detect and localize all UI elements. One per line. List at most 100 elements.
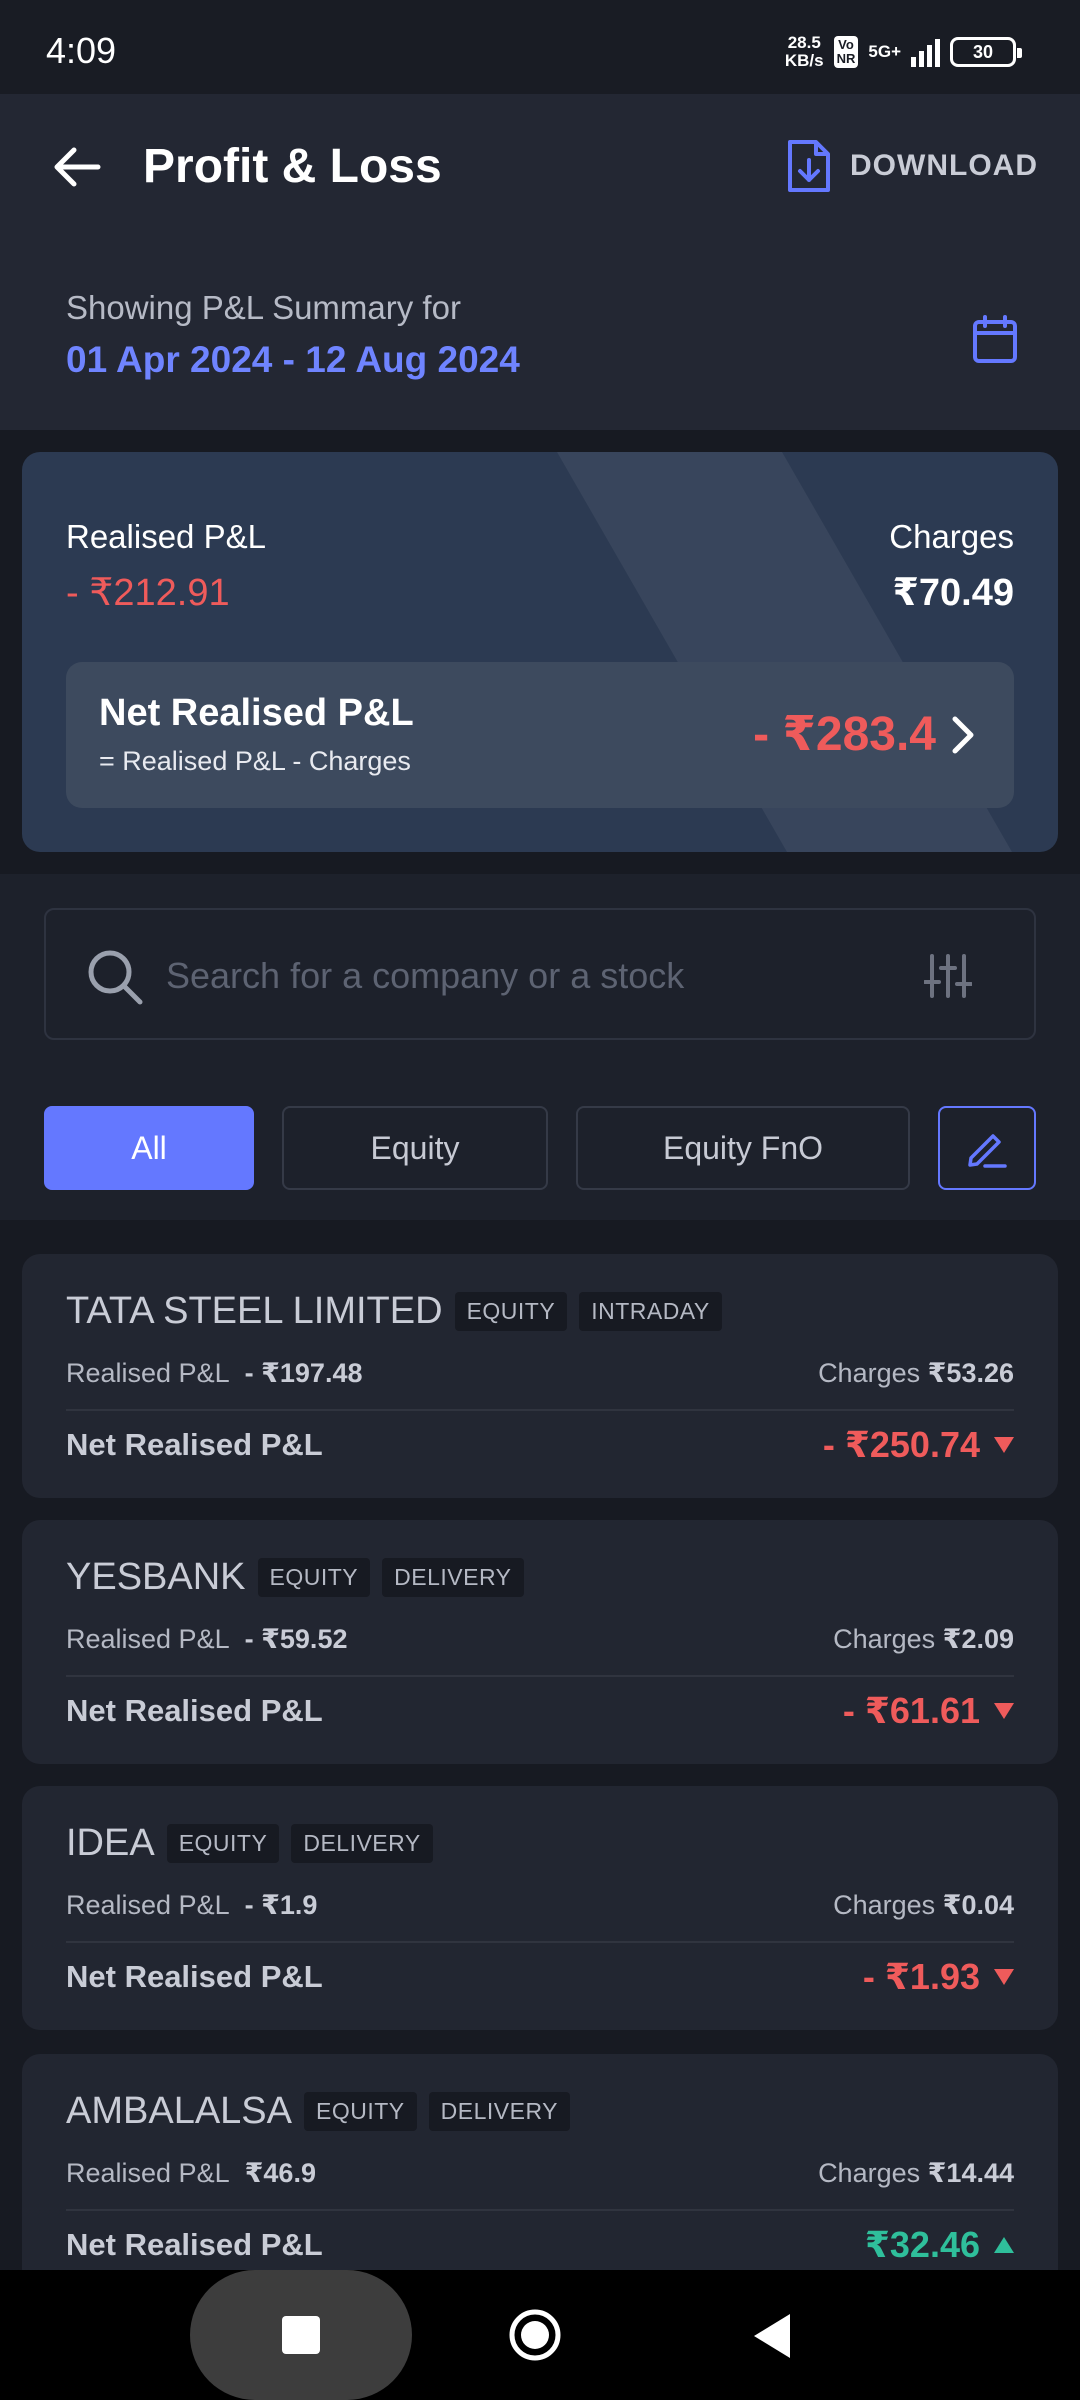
stock-card[interactable]: YESBANK EQUITY DELIVERY Realised P&L - ₹… — [22, 1520, 1058, 1764]
net-row: Net Realised P&L - ₹61.61 — [66, 1690, 1014, 1732]
range-caption: Showing P&L Summary for — [66, 289, 461, 326]
divider — [66, 2209, 1014, 2211]
app-header: Profit & Loss DOWNLOAD — [0, 94, 1080, 244]
realised-label: Realised P&L — [66, 1358, 230, 1388]
stock-name: IDEA — [66, 1822, 155, 1864]
product-tag: DELIVERY — [382, 1558, 524, 1597]
stock-name: YESBANK — [66, 1556, 246, 1598]
net-value: - ₹1.93 — [862, 1956, 980, 1997]
realised-label: Realised P&L — [66, 2158, 230, 2188]
net-value: - ₹250.74 — [822, 1424, 980, 1465]
filter-chip-all[interactable]: All — [44, 1106, 254, 1190]
net-value: ₹32.46 — [864, 2224, 980, 2265]
down-triangle-icon — [994, 1969, 1014, 1985]
network-speed: 28.5 KB/s — [784, 33, 824, 70]
realised-row: Realised P&L - ₹1.9 Charges ₹0.04 — [66, 1890, 1014, 1921]
pnl-summary-card: Realised P&L - ₹212.91 Charges ₹70.49 Ne… — [22, 452, 1058, 852]
download-label: DOWNLOAD — [850, 149, 1038, 182]
volte-icon: Vo NR — [833, 36, 859, 68]
chevron-right-icon — [952, 716, 974, 754]
battery-icon: 30 — [950, 37, 1022, 67]
up-triangle-icon — [994, 2237, 1014, 2253]
net-realised-title: Net Realised P&L — [99, 692, 414, 734]
stock-card[interactable]: AMBALALSA EQUITY DELIVERY Realised P&L ₹… — [22, 2054, 1058, 2270]
stock-header: AMBALALSA EQUITY DELIVERY — [66, 2090, 570, 2133]
recents-square-icon[interactable] — [282, 2316, 320, 2354]
signal-icon — [911, 37, 940, 67]
status-bar: 4:09 28.5 KB/s Vo NR 5G+ 30 — [0, 0, 1080, 94]
sliders-icon[interactable] — [924, 954, 972, 998]
net-label: Net Realised P&L — [66, 1427, 323, 1462]
stock-header: IDEA EQUITY DELIVERY — [66, 1822, 433, 1865]
realised-value: - ₹197.48 — [244, 1358, 363, 1388]
stock-card[interactable]: TATA STEEL LIMITED EQUITY INTRADAY Reali… — [22, 1254, 1058, 1498]
home-circle-icon[interactable] — [508, 2308, 562, 2362]
edit-filters-button[interactable] — [938, 1106, 1036, 1190]
search-icon — [88, 950, 143, 1005]
product-tag: DELIVERY — [428, 2092, 570, 2131]
net-realised-value: - ₹283.4 — [753, 708, 936, 761]
charges-value: ₹53.26 — [927, 1358, 1014, 1388]
calendar-icon[interactable] — [972, 314, 1018, 364]
stock-header: TATA STEEL LIMITED EQUITY INTRADAY — [66, 1290, 722, 1333]
back-triangle-icon[interactable] — [752, 2312, 792, 2360]
net-label: Net Realised P&L — [66, 1959, 323, 1994]
status-icons: 28.5 KB/s Vo NR 5G+ 30 — [784, 33, 1022, 70]
pencil-icon — [968, 1134, 1007, 1168]
net-row: Net Realised P&L ₹32.46 — [66, 2224, 1014, 2266]
system-nav-bar — [0, 2270, 1080, 2400]
divider — [66, 1675, 1014, 1677]
charges-label: Charges — [833, 1624, 936, 1654]
search-box[interactable] — [44, 908, 1036, 1040]
stock-name: AMBALALSA — [66, 2090, 292, 2132]
realised-pnl-label: Realised P&L — [66, 518, 266, 555]
segment-tag: EQUITY — [166, 1824, 280, 1863]
download-button[interactable]: DOWNLOAD — [786, 138, 1038, 194]
net-realised-formula: = Realised P&L - Charges — [99, 746, 411, 776]
realised-value: - ₹59.52 — [244, 1624, 348, 1654]
net-value: - ₹61.61 — [842, 1690, 980, 1731]
charges-label: Charges — [833, 1890, 936, 1920]
filter-chip-equity-fno[interactable]: Equity FnO — [576, 1106, 910, 1190]
net-row: Net Realised P&L - ₹250.74 — [66, 1424, 1014, 1466]
stock-card[interactable]: IDEA EQUITY DELIVERY Realised P&L - ₹1.9… — [22, 1786, 1058, 2030]
realised-label: Realised P&L — [66, 1624, 230, 1654]
down-triangle-icon — [994, 1703, 1014, 1719]
date-range-section: Showing P&L Summary for 01 Apr 2024 - 12… — [0, 244, 1080, 430]
net-label: Net Realised P&L — [66, 2227, 323, 2262]
page-title: Profit & Loss — [143, 140, 442, 193]
realised-row: Realised P&L ₹46.9 Charges ₹14.44 — [66, 2158, 1014, 2189]
network-type: 5G+ — [868, 42, 901, 61]
divider — [66, 1941, 1014, 1943]
realised-value: - ₹1.9 — [244, 1890, 318, 1920]
segment-tag: EQUITY — [304, 2092, 417, 2131]
down-triangle-icon — [994, 1437, 1014, 1453]
stock-list: TATA STEEL LIMITED EQUITY INTRADAY Reali… — [0, 1220, 1080, 2270]
charges-label: Charges — [889, 518, 1014, 555]
net-row: Net Realised P&L - ₹1.93 — [66, 1956, 1014, 1998]
status-time: 4:09 — [46, 30, 117, 71]
realised-pnl-value: - ₹212.91 — [66, 572, 230, 614]
back-arrow-icon[interactable] — [50, 140, 104, 194]
realised-label: Realised P&L — [66, 1890, 230, 1920]
segment-tag: EQUITY — [454, 1292, 568, 1331]
search-input[interactable] — [166, 944, 886, 1008]
date-range-value[interactable]: 01 Apr 2024 - 12 Aug 2024 — [66, 339, 520, 381]
charges-value: ₹0.04 — [942, 1890, 1014, 1920]
filter-chip-equity[interactable]: Equity — [282, 1106, 548, 1190]
net-realised-pnl-button[interactable]: Net Realised P&L = Realised P&L - Charge… — [66, 662, 1014, 808]
realised-row: Realised P&L - ₹197.48 Charges ₹53.26 — [66, 1358, 1014, 1389]
product-tag: DELIVERY — [291, 1824, 433, 1863]
product-tag: INTRADAY — [579, 1292, 722, 1331]
charges-label: Charges — [818, 1358, 921, 1388]
divider — [66, 1409, 1014, 1411]
file-download-icon — [788, 140, 831, 192]
realised-row: Realised P&L - ₹59.52 Charges ₹2.09 — [66, 1624, 1014, 1655]
stock-header: YESBANK EQUITY DELIVERY — [66, 1556, 524, 1599]
net-label: Net Realised P&L — [66, 1693, 323, 1728]
stock-name: TATA STEEL LIMITED — [66, 1290, 443, 1332]
charges-label: Charges — [818, 2158, 921, 2188]
charges-value: ₹2.09 — [942, 1624, 1014, 1654]
charges-value: ₹14.44 — [927, 2158, 1014, 2188]
segment-tag: EQUITY — [257, 1558, 371, 1597]
